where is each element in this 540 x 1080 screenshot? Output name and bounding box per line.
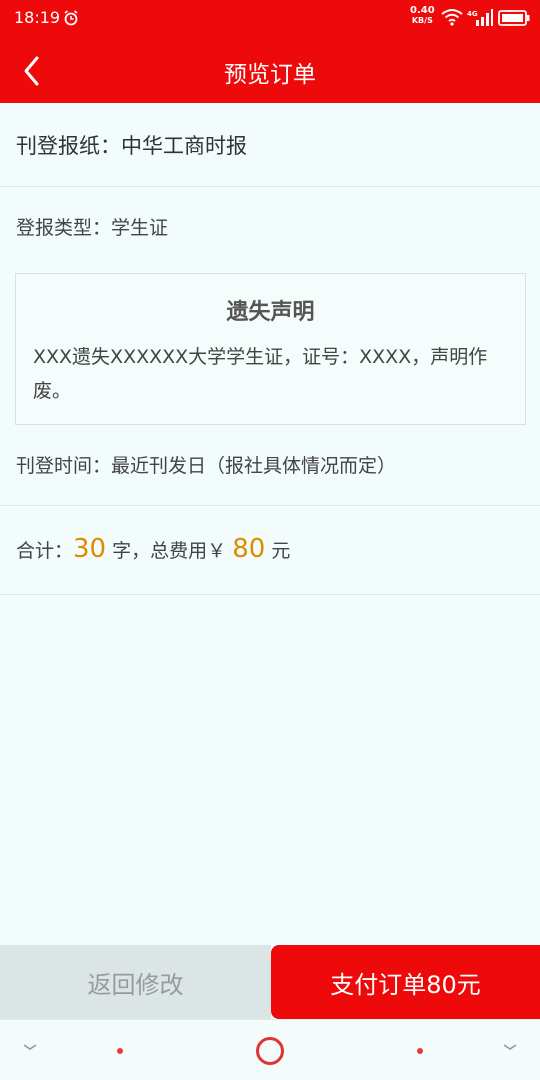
newspaper-row: 刊登报纸：中华工商时报 — [0, 103, 540, 187]
newspaper-label: 刊登报纸：中华工商时报 — [16, 134, 247, 158]
network-type-label: 4G — [467, 10, 478, 18]
top-bar: 18:19 0.40 KB/S 4G 预览订单 — [0, 0, 540, 103]
chevron-down-icon[interactable] — [502, 1042, 518, 1052]
net-speed: 0.40 KB/S — [410, 6, 435, 26]
net-speed-unit: KB/S — [411, 16, 433, 25]
notice-preview-box: 遗失声明 XXX遗失XXXXXX大学学生证，证号：XXXX，声明作废。 — [15, 273, 526, 425]
back-to-edit-button[interactable]: 返回修改 — [0, 945, 271, 1019]
nav-dot-left[interactable] — [117, 1048, 123, 1054]
system-nav-bar — [0, 1019, 540, 1080]
char-count: 30 — [73, 534, 107, 564]
alarm-icon — [64, 10, 78, 26]
publish-time-label: 刊登时间：最近刊发日（报社具体情况而定） — [16, 455, 397, 477]
total-prefix: 合计： — [16, 540, 74, 562]
divider — [0, 505, 540, 506]
battery-icon — [498, 10, 530, 26]
total-fee: 80 — [232, 534, 266, 564]
notice-title: 遗失声明 — [226, 300, 315, 325]
char-unit: 字，总费用￥ — [106, 540, 233, 562]
signal-icon: 4G — [467, 9, 493, 26]
nav-dot-right[interactable] — [417, 1048, 423, 1054]
divider — [0, 594, 540, 595]
ad-type-label: 登报类型：学生证 — [16, 217, 169, 239]
app-screen: 18:19 0.40 KB/S 4G 预览订单 刊登报纸：中华工商时报 登报类型… — [0, 0, 540, 1080]
fee-unit: 元 — [265, 540, 291, 562]
total-summary: 合计：30 字，总费用￥ 80 元 — [16, 534, 290, 564]
status-time: 18:19 — [14, 8, 61, 27]
pay-order-button[interactable]: 支付订单80元 — [271, 945, 540, 1019]
net-speed-value: 0.40 — [410, 5, 435, 16]
home-button[interactable] — [256, 1037, 284, 1065]
wifi-icon — [441, 9, 463, 26]
chevron-down-icon[interactable] — [22, 1042, 38, 1052]
notice-body: XXX遗失XXXXXX大学学生证，证号：XXXX，声明作废。 — [33, 346, 488, 402]
page-title: 预览订单 — [224, 62, 316, 88]
